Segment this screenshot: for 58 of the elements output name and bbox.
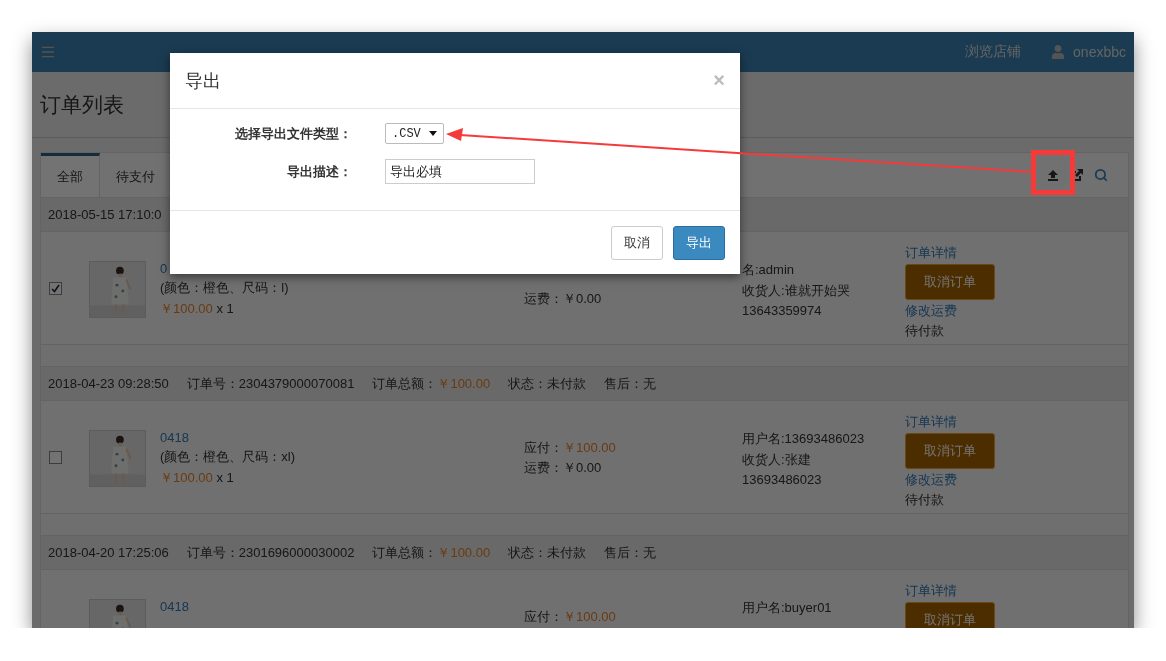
- action-link[interactable]: 订单详情: [905, 582, 957, 600]
- buyer-info: 收货人:谁就开始哭: [742, 282, 851, 300]
- order-field: 状态：未付款: [508, 543, 587, 562]
- field-label: 选择导出文件类型：: [234, 124, 352, 143]
- export-button[interactable]: 导出: [673, 225, 725, 260]
- order-field: 售后：无: [604, 543, 657, 562]
- cancel-order-button[interactable]: 取消订单: [905, 602, 995, 628]
- buyer-info: 13643359974: [742, 303, 823, 318]
- payment-line: 运费：￥0.00: [524, 459, 603, 477]
- order-time: 2018-04-20 17:25:06: [48, 545, 169, 560]
- order-field: 订单号：2304379000070081: [186, 374, 355, 393]
- order-status: 待付款: [905, 491, 944, 509]
- payment-line: 运费：￥0.00: [524, 290, 603, 308]
- close-button[interactable]: ×: [713, 69, 725, 92]
- page-title: 订单列表: [40, 91, 124, 118]
- user-icon: [1051, 45, 1066, 59]
- order-time: 2018-05-15 17:10:0: [48, 207, 162, 222]
- product-spec: (颜色：橙色、尺码：xl): [160, 448, 297, 466]
- product-spec: (颜色：橙色、尺码：l): [160, 279, 290, 297]
- description-field[interactable]: 导出必填: [385, 159, 535, 184]
- order-field: 订单总额：￥100.00: [372, 374, 491, 393]
- dialog-title: 导出: [185, 69, 221, 93]
- product-link[interactable]: 0418: [160, 599, 524, 614]
- order-field: 售后：无: [604, 374, 657, 393]
- upload-icon[interactable]: [1046, 168, 1060, 182]
- nav-link[interactable]: 浏览店铺: [965, 43, 1022, 61]
- order-field: 状态：未付款: [508, 374, 587, 393]
- order-field: 订单总额：￥100.00: [372, 543, 491, 562]
- action-link[interactable]: 订单详情: [905, 244, 957, 262]
- payment-line: 应付：￥100.00: [524, 608, 617, 626]
- cancel-order-button[interactable]: 取消订单: [905, 433, 995, 469]
- buyer-info: 用户名:13693486023: [742, 430, 866, 448]
- product-price: ￥100.00 x 1: [160, 469, 235, 487]
- action-link[interactable]: 修改运费: [905, 302, 957, 320]
- user-name[interactable]: onexbbc: [1073, 44, 1126, 60]
- buyer-info: 名:admin: [742, 261, 796, 279]
- caret-icon: [428, 131, 437, 136]
- field-label: 导出描述：: [286, 162, 352, 181]
- order-field: 订单号：2301696000030002: [186, 543, 355, 562]
- check-icon: [51, 284, 60, 293]
- checkbox[interactable]: [49, 451, 62, 464]
- buyer-info: 用户名:buyer01: [742, 599, 833, 617]
- checkbox[interactable]: [49, 282, 62, 295]
- file-type-select[interactable]: .CSV: [385, 123, 444, 144]
- order-status: 待付款: [905, 322, 944, 340]
- tab[interactable]: 全部: [41, 153, 100, 197]
- payment-line: 应付：￥100.00: [524, 439, 617, 457]
- cancel-order-button[interactable]: 取消订单: [905, 264, 995, 300]
- highlight-frame: [1031, 150, 1075, 195]
- product-link[interactable]: 0418: [160, 430, 524, 445]
- buyer-info: 收货人:张建: [742, 451, 812, 469]
- order-time: 2018-04-23 09:28:50: [48, 376, 169, 391]
- action-link[interactable]: 修改运费: [905, 471, 957, 489]
- action-link[interactable]: 订单详情: [905, 413, 957, 431]
- buyer-info: 13693486023: [742, 472, 823, 487]
- product-price: ￥100.00 x 1: [160, 300, 235, 318]
- search-icon[interactable]: [1094, 168, 1108, 182]
- cancel-button[interactable]: 取消: [611, 225, 663, 260]
